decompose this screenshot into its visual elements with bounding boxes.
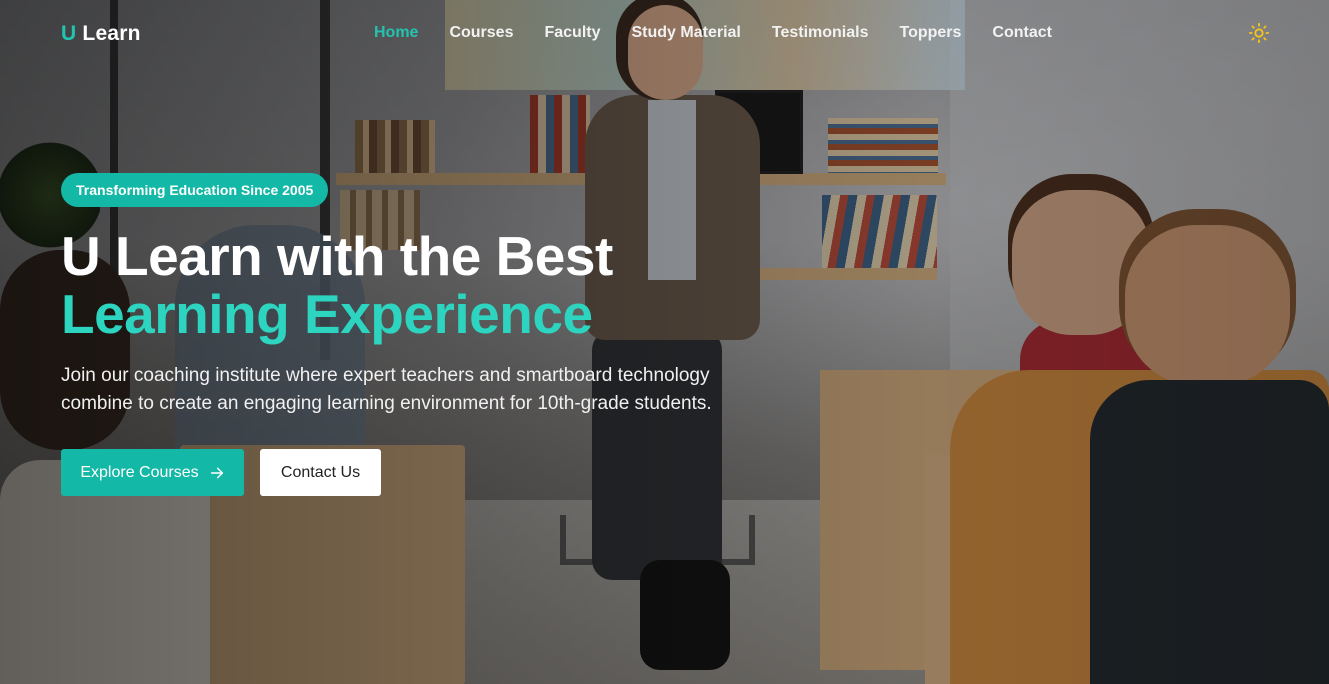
hero-content: Transforming Education Since 2005 U Lear… — [61, 173, 761, 496]
top-navigation: U Learn Home Courses Faculty Study Mater… — [0, 0, 1329, 70]
nav-item-home[interactable]: Home — [374, 24, 418, 42]
sun-icon — [1248, 22, 1270, 44]
hero-badge: Transforming Education Since 2005 — [61, 173, 329, 207]
contact-us-button[interactable]: Contact Us — [260, 449, 381, 496]
hero-description: Join our coaching institute where expert… — [61, 365, 712, 414]
brand-prefix: U — [61, 22, 77, 45]
nav-item-courses[interactable]: Courses — [449, 24, 513, 42]
nav-item-faculty[interactable]: Faculty — [544, 24, 600, 42]
explore-courses-label: Explore Courses — [80, 463, 199, 481]
hero-title-line1: U Learn with the Best — [61, 225, 613, 287]
brand-logo[interactable]: U Learn — [61, 22, 141, 46]
hero-buttons: Explore Courses Contact Us — [61, 449, 761, 496]
nav-item-testimonials[interactable]: Testimonials — [772, 24, 869, 42]
arrow-right-icon — [210, 467, 223, 478]
hero-title: U Learn with the Best Learning Experienc… — [61, 227, 761, 343]
theme-toggle-button[interactable] — [1248, 22, 1270, 44]
nav-menu: Home Courses Faculty Study Material Test… — [374, 24, 1083, 42]
hero-title-line2: Learning Experience — [61, 283, 593, 345]
hero-section: U Learn Home Courses Faculty Study Mater… — [0, 0, 1329, 684]
nav-item-study-material[interactable]: Study Material — [632, 24, 741, 42]
nav-item-contact[interactable]: Contact — [992, 24, 1052, 42]
nav-item-toppers[interactable]: Toppers — [899, 24, 961, 42]
brand-name: Learn — [82, 22, 141, 45]
explore-courses-button[interactable]: Explore Courses — [61, 449, 244, 496]
